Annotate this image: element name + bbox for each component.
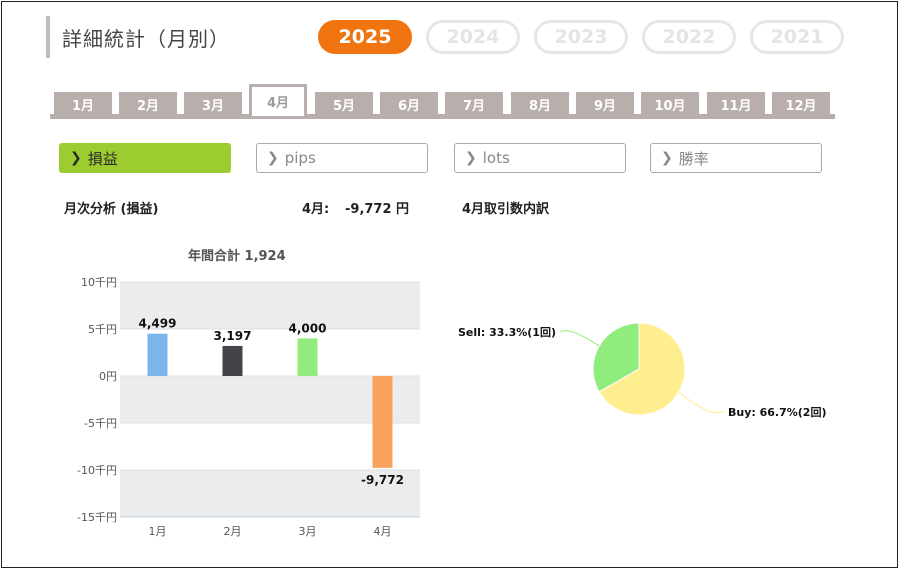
tab-month-10[interactable]: 10月: [641, 92, 699, 116]
y-tick-label: -5千円: [84, 417, 117, 430]
tab-month-2[interactable]: 2月: [119, 92, 177, 116]
page-frame: 詳細統計（月別） 2025 2024 2023 2022 2021 1月 2月 …: [1, 1, 898, 568]
page-title: 詳細統計（月別）: [62, 26, 230, 51]
pie-label-sell: Sell: 33.3%(1回): [458, 325, 556, 339]
year-button-2022[interactable]: 2022: [642, 20, 736, 54]
tab-month-12[interactable]: 12月: [772, 92, 830, 116]
section-title: 月次分析 (損益): [64, 202, 159, 217]
tab-month-5[interactable]: 5月: [315, 92, 373, 116]
pie-chart: Sell: 33.3%(1回) Buy: 66.7%(2回): [458, 322, 826, 419]
bar-data-label: 3,197: [214, 329, 252, 343]
year-button-2021[interactable]: 2021: [750, 20, 844, 54]
month-tabs: 1月 2月 3月 4月 5月 6月 7月 8月 9月 10月 11月 12月: [50, 84, 835, 119]
y-tick-label: 10千円: [81, 276, 117, 289]
tab-month-11[interactable]: 11月: [707, 92, 765, 116]
tab-month-9[interactable]: 9月: [576, 92, 634, 116]
pie-connector: [559, 330, 600, 347]
category-profit-button[interactable]: ❯ 損益: [59, 143, 231, 173]
y-tick-label: -10千円: [77, 464, 117, 477]
category-lots-button[interactable]: ❯ lots: [454, 143, 626, 173]
breakdown-title: 4月取引数内訳: [462, 202, 550, 217]
bar-chart: 10千円 5千円 0円 -5千円 -10千円 -15千円 4,499 1月 3,197 2月 4,0…: [77, 276, 420, 538]
chevron-right-icon: ❯: [70, 150, 82, 166]
tab-month-8[interactable]: 8月: [511, 92, 569, 116]
x-tick-label: 4月: [374, 525, 392, 538]
category-pips-button[interactable]: ❯ pips: [256, 143, 428, 173]
x-tick-label: 3月: [299, 525, 317, 538]
x-tick-label: 1月: [149, 525, 167, 538]
bar-3月: [297, 338, 318, 376]
tab-month-3[interactable]: 3月: [184, 92, 242, 116]
tab-month-1[interactable]: 1月: [54, 92, 112, 116]
tab-month-4[interactable]: 4月: [249, 84, 307, 116]
pie-connector: [678, 391, 725, 414]
bar-4月: [372, 376, 393, 468]
category-winrate-label: 勝率: [678, 149, 709, 168]
category-profit-label: 損益: [87, 149, 118, 168]
bar-2月: [222, 345, 243, 376]
y-tick-label: 5千円: [88, 323, 117, 336]
month-summary-value: -9,772 円: [345, 202, 410, 217]
category-lots-label: lots: [482, 149, 510, 167]
year-button-2025[interactable]: 2025: [318, 20, 412, 54]
y-tick-label: -15千円: [77, 511, 117, 524]
x-tick-label: 2月: [224, 525, 242, 538]
bar-data-label: 4,499: [139, 317, 177, 331]
year-selector: 2025 2024 2023 2022 2021: [318, 20, 844, 54]
bar-chart-title: 年間合計 1,924: [188, 249, 286, 264]
y-tick-label: 0円: [99, 370, 117, 383]
category-winrate-button[interactable]: ❯ 勝率: [650, 143, 822, 173]
tab-month-7[interactable]: 7月: [445, 92, 503, 116]
bar-data-label: 4,000: [289, 321, 327, 335]
month-summary-label: 4月:: [302, 202, 330, 217]
page-title-block: 詳細統計（月別）: [46, 16, 230, 58]
chevron-right-icon: ❯: [661, 150, 673, 166]
chevron-right-icon: ❯: [267, 150, 279, 166]
pie-label-buy: Buy: 66.7%(2回): [728, 405, 826, 419]
chevron-right-icon: ❯: [465, 150, 477, 166]
category-pips-label: pips: [284, 149, 316, 167]
year-button-2024[interactable]: 2024: [426, 20, 520, 54]
bar-1月: [147, 333, 168, 376]
year-button-2023[interactable]: 2023: [534, 20, 628, 54]
bar-data-label: -9,772: [361, 473, 404, 487]
tab-month-6[interactable]: 6月: [380, 92, 438, 116]
